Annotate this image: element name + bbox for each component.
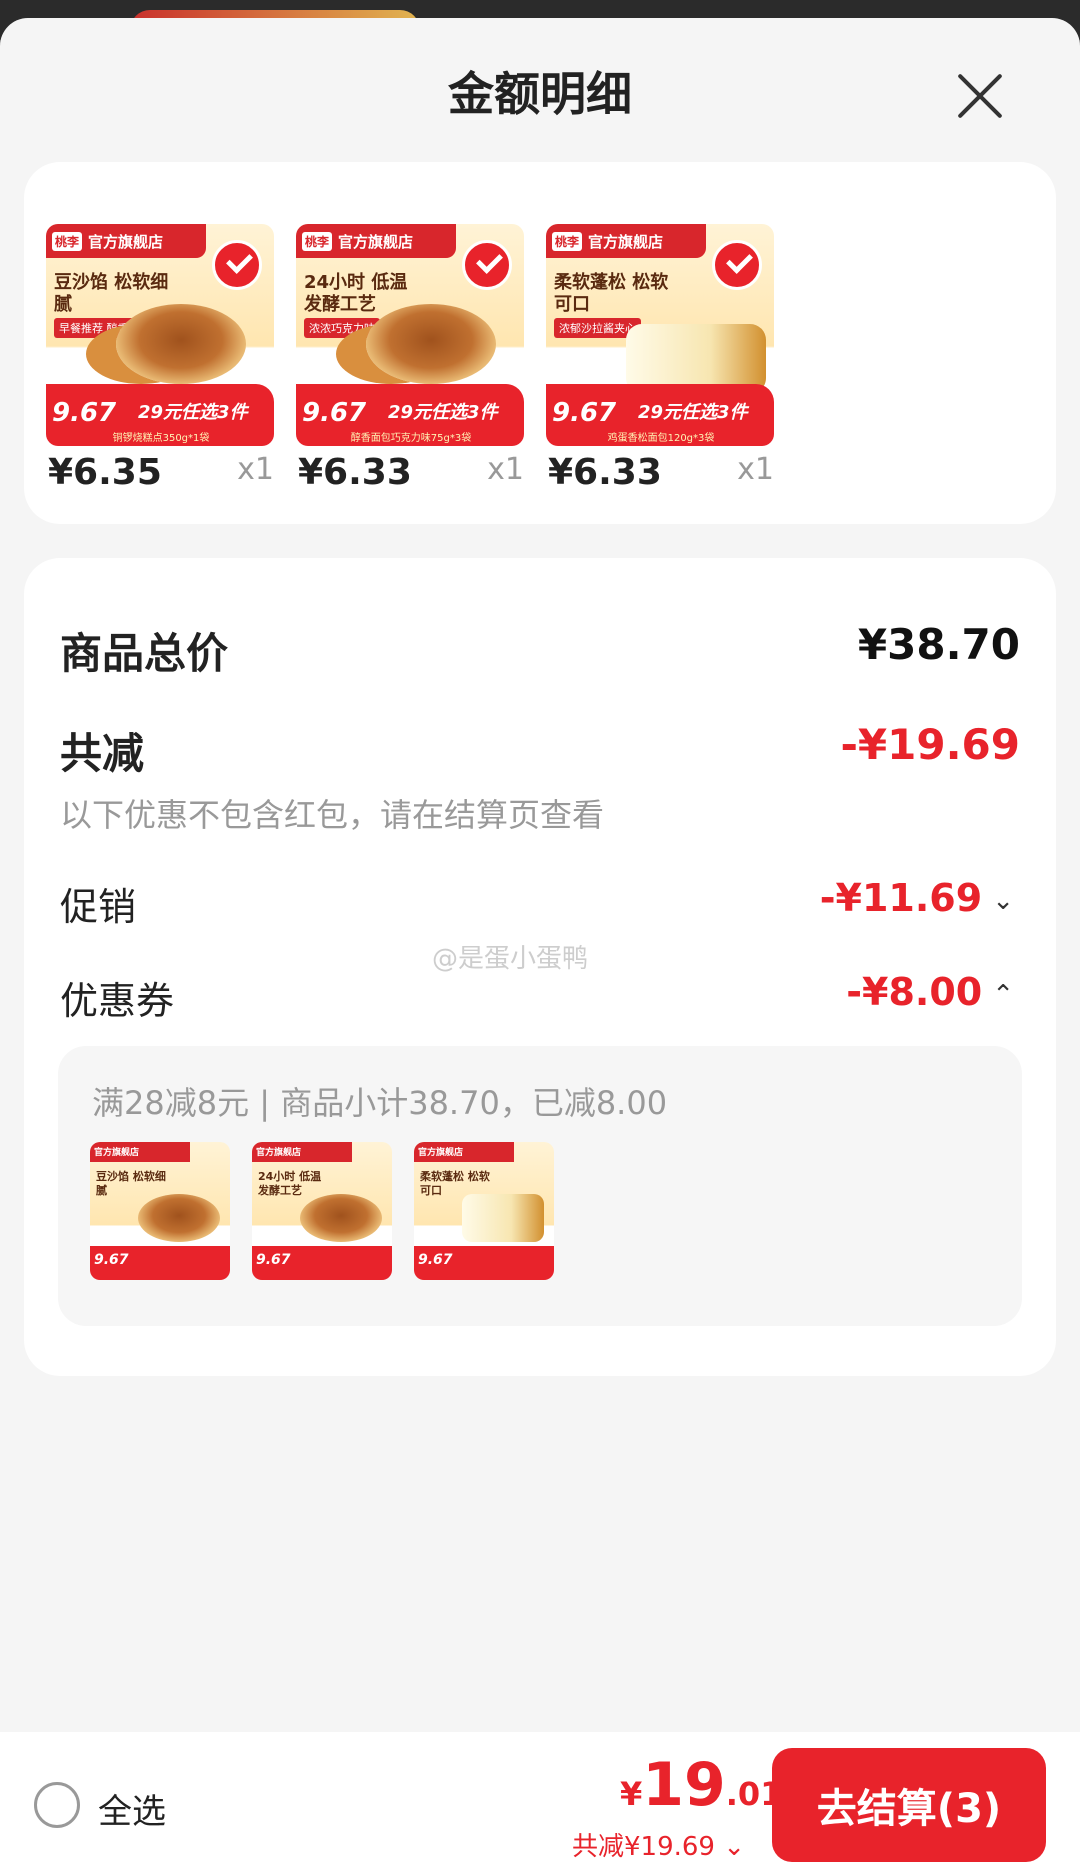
coupon-product-thumb: 官方旗舰店 豆沙馅 松软细腻 9.67 xyxy=(90,1142,230,1280)
coupon-product-thumb: 官方旗舰店 24小时 低温发酵工艺 9.67 xyxy=(252,1142,392,1280)
badge-price: 9.67 xyxy=(302,398,367,428)
currency-symbol: ¥ xyxy=(620,1775,643,1813)
badge-price: 9.67 xyxy=(52,398,117,428)
total-price: ¥19.01 xyxy=(620,1750,782,1820)
coupon-detail-box: 满28减8元 | 商品小计38.70，已减8.00 官方旗舰店 豆沙馅 松软细腻… xyxy=(58,1046,1022,1326)
reduce-note: 以下优惠不包含红包，请在结算页查看 xyxy=(60,796,605,834)
selected-products-card: 桃李 官方旗舰店 豆沙馅 松软细腻 早餐推荐 醇香可口 9.67 29元任选3件 … xyxy=(24,162,1056,524)
select-all-radio[interactable] xyxy=(34,1782,80,1828)
select-all-label[interactable]: 全选 xyxy=(98,1784,166,1833)
product-spec: 铜锣烧糕点350g*1袋 xyxy=(112,433,210,444)
promo-text: 29元任选3件 xyxy=(638,402,748,423)
promo-row-toggle[interactable]: -¥11.69 ⌄ xyxy=(820,876,1014,920)
sheet-title: 金额明细 xyxy=(448,67,632,121)
bread-image xyxy=(116,304,246,384)
price-detail-card: 商品总价 ¥38.70 共减 -¥19.69 以下优惠不包含红包，请在结算页查看… xyxy=(24,558,1056,1376)
checked-icon[interactable] xyxy=(462,240,512,290)
brand-label: 桃李 官方旗舰店 xyxy=(296,224,456,258)
promo-text: 29元任选3件 xyxy=(138,402,248,423)
product-qty: x1 xyxy=(737,452,774,487)
badge-price: 9.67 xyxy=(552,398,617,428)
checkout-bar: 全选 ¥19.01 共减¥19.69 ⌄ 去结算(3) xyxy=(0,1732,1080,1876)
chevron-up-icon: ⌃ xyxy=(992,979,1014,1010)
product-spec: 鸡蛋香松面包120g*3袋 xyxy=(607,433,715,444)
reduce-label: 共减 xyxy=(60,729,145,778)
chevron-down-icon: ⌄ xyxy=(992,885,1014,916)
brand-label: 桃李 官方旗舰店 xyxy=(546,224,706,258)
product-headline: 柔软蓬松 松软可口 xyxy=(554,272,669,315)
product-item[interactable]: 桃李 官方旗舰店 柔软蓬松 松软可口 浓郁沙拉酱夹心 9.67 29元任选3件 鸡… xyxy=(546,224,774,493)
reduce-value: -¥19.69 xyxy=(840,720,1020,769)
product-spec: 醇香面包巧克力味75g*3袋 xyxy=(350,433,472,444)
watermark: @是蛋小蛋鸭 xyxy=(432,944,589,974)
product-price: ¥6.33 xyxy=(548,452,662,493)
total-label: 商品总价 xyxy=(60,629,229,678)
amount-detail-sheet: 金额明细 桃李 官方旗舰店 豆沙馅 松软细腻 早餐推荐 醇香可口 9.67 29元… xyxy=(0,18,1080,1876)
product-price: ¥6.35 xyxy=(48,452,162,493)
checked-icon[interactable] xyxy=(212,240,262,290)
checkout-button[interactable]: 去结算(3) xyxy=(772,1748,1046,1862)
total-reduce: 共减¥19.69 xyxy=(572,1832,715,1862)
bread-image xyxy=(366,304,496,384)
chevron-down-icon: ⌄ xyxy=(723,1832,746,1862)
brand-label: 桃李 官方旗舰店 xyxy=(46,224,206,258)
product-image: 桃李 官方旗舰店 柔软蓬松 松软可口 浓郁沙拉酱夹心 9.67 29元任选3件 鸡… xyxy=(546,224,774,446)
coupon-value: -¥8.00 xyxy=(846,970,983,1014)
product-qty: x1 xyxy=(487,452,524,487)
close-icon[interactable] xyxy=(952,68,1008,124)
coupon-description: 满28减8元 | 商品小计38.70，已减8.00 xyxy=(92,1084,668,1122)
coupon-product-thumb: 官方旗舰店 柔软蓬松 松软可口 9.67 xyxy=(414,1142,554,1280)
product-item[interactable]: 桃李 官方旗舰店 豆沙馅 松软细腻 早餐推荐 醇香可口 9.67 29元任选3件 … xyxy=(46,224,274,493)
promo-label: 促销 xyxy=(60,885,137,929)
promo-text: 29元任选3件 xyxy=(388,402,498,423)
product-item[interactable]: 桃李 官方旗舰店 24小时 低温发酵工艺 浓浓巧克力味 9.67 29元任选3件 … xyxy=(296,224,524,493)
product-qty: x1 xyxy=(237,452,274,487)
product-price: ¥6.33 xyxy=(298,452,412,493)
checked-icon[interactable] xyxy=(712,240,762,290)
coupon-row-toggle[interactable]: -¥8.00 ⌃ xyxy=(846,970,1014,1014)
price-integer: 19 xyxy=(642,1750,726,1820)
total-value: ¥38.70 xyxy=(857,620,1020,669)
product-image: 桃李 官方旗舰店 豆沙馅 松软细腻 早餐推荐 醇香可口 9.67 29元任选3件 … xyxy=(46,224,274,446)
coupon-label: 优惠券 xyxy=(60,979,175,1023)
total-reduce-toggle[interactable]: 共减¥19.69 ⌄ xyxy=(572,1826,745,1863)
promo-value: -¥11.69 xyxy=(819,876,983,920)
product-image: 桃李 官方旗舰店 24小时 低温发酵工艺 浓浓巧克力味 9.67 29元任选3件 … xyxy=(296,224,524,446)
